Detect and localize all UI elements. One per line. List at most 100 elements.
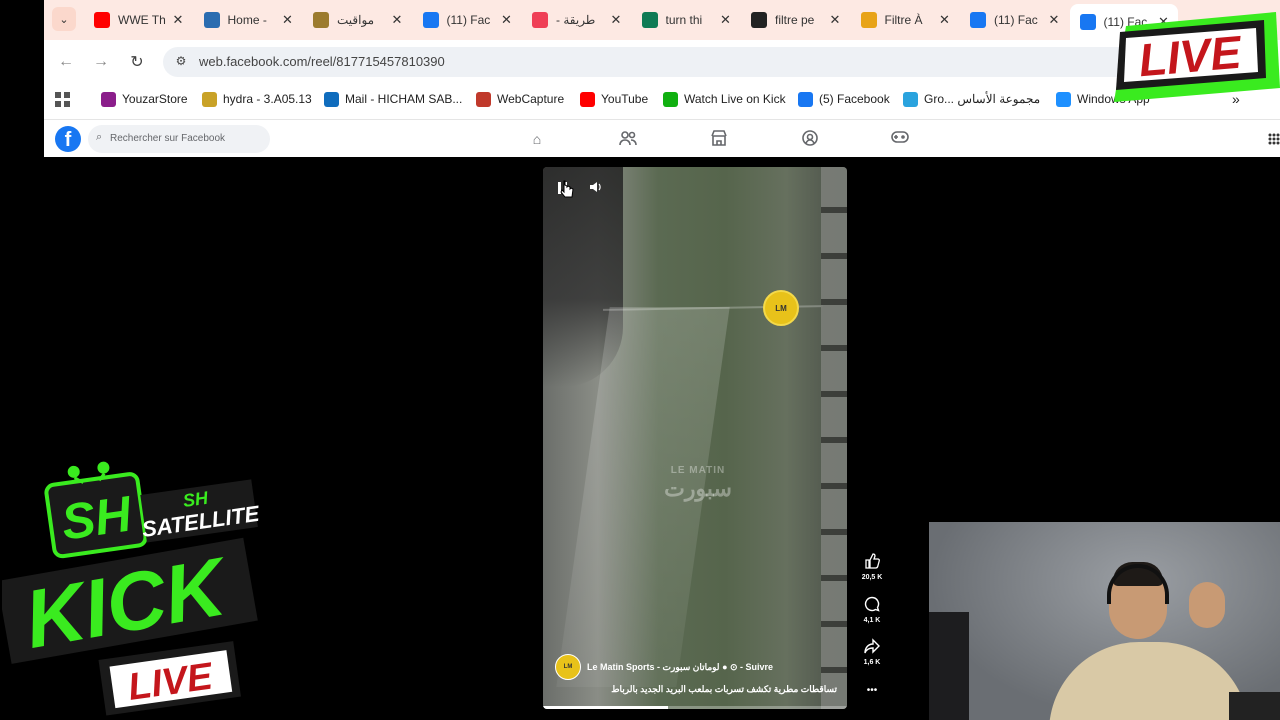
reel-video[interactable]: LM LE MATIN سبورت LM Le Matin Sports - ل… bbox=[543, 167, 847, 709]
search-placeholder: Rechercher sur Facebook bbox=[110, 133, 226, 144]
bookmark-item[interactable]: (5) Facebook bbox=[798, 90, 890, 108]
tab-1[interactable]: WWE Th ✕ bbox=[84, 4, 192, 36]
site-favicon bbox=[203, 12, 220, 28]
gaming-icon[interactable] bbox=[891, 130, 909, 148]
share-count: 1,6 K bbox=[863, 659, 881, 666]
mouse-cursor-icon bbox=[560, 180, 574, 198]
tab-8[interactable]: Filtre À ✕ bbox=[851, 4, 959, 36]
marketplace-icon[interactable] bbox=[710, 130, 728, 148]
bookmark-item[interactable]: hydra - 3.A05.13 bbox=[202, 90, 312, 108]
like-icon[interactable] bbox=[858, 553, 886, 574]
share-action[interactable]: 1,6 K bbox=[858, 638, 886, 666]
watermark-line1: LE MATIN bbox=[670, 465, 726, 476]
bookmark-favicon-icon bbox=[580, 91, 595, 107]
reload-button[interactable]: ↻ bbox=[125, 50, 149, 74]
back-button[interactable]: ← bbox=[54, 50, 78, 74]
volume-icon[interactable] bbox=[589, 181, 603, 195]
bookmark-item[interactable]: Gro... مجموعة الأساس bbox=[903, 90, 1040, 108]
tab-9[interactable]: (11) Fac ✕ bbox=[960, 4, 1068, 36]
webcam-overlay bbox=[929, 522, 1280, 720]
youtube-icon bbox=[94, 12, 110, 28]
browser-window: ⌄ WWE Th ✕ Home - ✕ مواقيت ✕ (11) Fac ✕ - طريقة ✕… bbox=[44, 0, 1280, 157]
webcam-person-hand bbox=[1189, 582, 1225, 628]
address-bar[interactable]: ⚙ web.facebook.com/reel/817715457810390 bbox=[163, 47, 1223, 77]
stadium-stairs bbox=[821, 167, 847, 709]
watermark-line2: سبورت bbox=[664, 476, 732, 501]
amazon-icon bbox=[751, 12, 767, 28]
bookmark-label: (5) Facebook bbox=[819, 92, 890, 106]
reel-progress-bar[interactable] bbox=[543, 706, 847, 709]
channel-avatar[interactable]: LM bbox=[555, 654, 581, 680]
bookmark-item[interactable]: YouzarStore bbox=[101, 90, 188, 108]
bookmark-favicon-icon bbox=[476, 91, 491, 107]
bookmark-label: Gro... مجموعة الأساس bbox=[924, 92, 1041, 106]
like-count: 20,5 K bbox=[861, 574, 883, 581]
close-tab-icon[interactable]: ✕ bbox=[608, 12, 624, 28]
facebook-icon bbox=[970, 12, 986, 28]
more-options-icon[interactable]: ••• bbox=[858, 682, 886, 700]
close-tab-icon[interactable]: ✕ bbox=[170, 12, 186, 28]
groups-icon[interactable] bbox=[801, 130, 819, 148]
close-tab-icon[interactable]: ✕ bbox=[1046, 12, 1062, 28]
like-action[interactable]: 20,5 K bbox=[858, 553, 886, 581]
channel-logo-overlay: LM bbox=[763, 290, 799, 326]
tab-search-button[interactable]: ⌄ bbox=[52, 7, 76, 31]
tab-5[interactable]: - طريقة ✕ bbox=[522, 4, 630, 36]
tab-title: - طريقة bbox=[556, 13, 596, 27]
close-tab-icon[interactable]: ✕ bbox=[937, 12, 953, 28]
comment-count: 4,1 K bbox=[863, 617, 881, 624]
friends-icon[interactable] bbox=[619, 130, 637, 148]
site-info-icon[interactable]: ⚙ bbox=[173, 54, 189, 70]
tab-title: Home - bbox=[227, 13, 267, 27]
facebook-icon bbox=[422, 12, 439, 28]
logo-icon bbox=[641, 12, 658, 28]
close-tab-icon[interactable]: ✕ bbox=[280, 12, 296, 28]
channel-name[interactable]: Le Matin Sports - لوماتان سبورت ● ⊙ - Su… bbox=[587, 662, 773, 673]
home-icon[interactable]: ⌂ bbox=[528, 130, 546, 148]
webcam-chair bbox=[929, 612, 969, 720]
bookmark-favicon-icon bbox=[663, 91, 678, 107]
bookmark-item[interactable]: Watch Live on Kick bbox=[663, 90, 786, 108]
facebook-icon bbox=[1079, 14, 1096, 30]
close-tab-icon[interactable]: ✕ bbox=[389, 12, 405, 28]
bookmark-label: hydra - 3.A05.13 bbox=[223, 92, 312, 106]
bookmark-item[interactable]: WebCapture bbox=[476, 90, 564, 108]
bookmark-label: Mail - HICHAM SAB... bbox=[345, 92, 463, 106]
comment-icon[interactable] bbox=[858, 596, 886, 617]
close-tab-icon[interactable]: ✕ bbox=[827, 12, 843, 28]
live-badge-text: LIVE bbox=[1137, 26, 1245, 87]
tab-3[interactable]: مواقيت ✕ bbox=[303, 4, 411, 36]
comment-action[interactable]: 4,1 K bbox=[858, 596, 886, 624]
bookmark-favicon-icon bbox=[798, 91, 813, 107]
tab-title: مواقيت bbox=[337, 13, 375, 27]
tab-7[interactable]: filtre pe ✕ bbox=[741, 4, 849, 36]
tab-2[interactable]: Home - ✕ bbox=[194, 4, 302, 36]
bookmark-item[interactable]: Mail - HICHAM SAB... bbox=[324, 90, 462, 108]
browser-toolbar: ← → ↻ ⚙ web.facebook.com/reel/8177154578… bbox=[44, 40, 1280, 84]
url-text[interactable]: web.facebook.com/reel/817715457810390 bbox=[199, 54, 445, 69]
tab-title: (11) Fac bbox=[446, 13, 491, 27]
facebook-logo-icon[interactable]: f bbox=[55, 126, 81, 152]
tab-6[interactable]: turn thi ✕ bbox=[632, 4, 740, 36]
close-tab-icon[interactable]: ✕ bbox=[718, 12, 734, 28]
facebook-search-input[interactable]: ⌕ Rechercher sur Facebook bbox=[88, 125, 270, 153]
live-badge-overlay: LIVE bbox=[1114, 12, 1280, 102]
pocket-icon bbox=[532, 12, 548, 28]
svg-text:SH: SH bbox=[58, 485, 135, 550]
bookmark-favicon-icon bbox=[1056, 91, 1071, 107]
bookmark-label: WebCapture bbox=[497, 92, 565, 106]
tab-4[interactable]: (11) Fac ✕ bbox=[413, 4, 521, 36]
tab-title: filtre pe bbox=[775, 13, 815, 27]
share-icon[interactable] bbox=[858, 638, 886, 659]
bookmark-item[interactable]: YouTube bbox=[580, 90, 648, 108]
bookmark-label: YouTube bbox=[601, 92, 649, 106]
forward-button[interactable]: → bbox=[89, 50, 113, 74]
tab-title: WWE Th bbox=[118, 13, 166, 27]
bookmarks-bar: YouzarStore hydra - 3.A05.13 Mail - HICHAM… bbox=[44, 84, 1280, 114]
tab-title: (11) Fac bbox=[994, 13, 1038, 27]
menu-grid-icon[interactable] bbox=[1268, 132, 1280, 146]
reel-channel-info[interactable]: LM Le Matin Sports - لوماتان سبورت ● ⊙ -… bbox=[555, 654, 773, 680]
apps-icon[interactable] bbox=[55, 90, 70, 108]
close-tab-icon[interactable]: ✕ bbox=[499, 12, 515, 28]
more-options-action[interactable]: ••• bbox=[858, 682, 886, 700]
